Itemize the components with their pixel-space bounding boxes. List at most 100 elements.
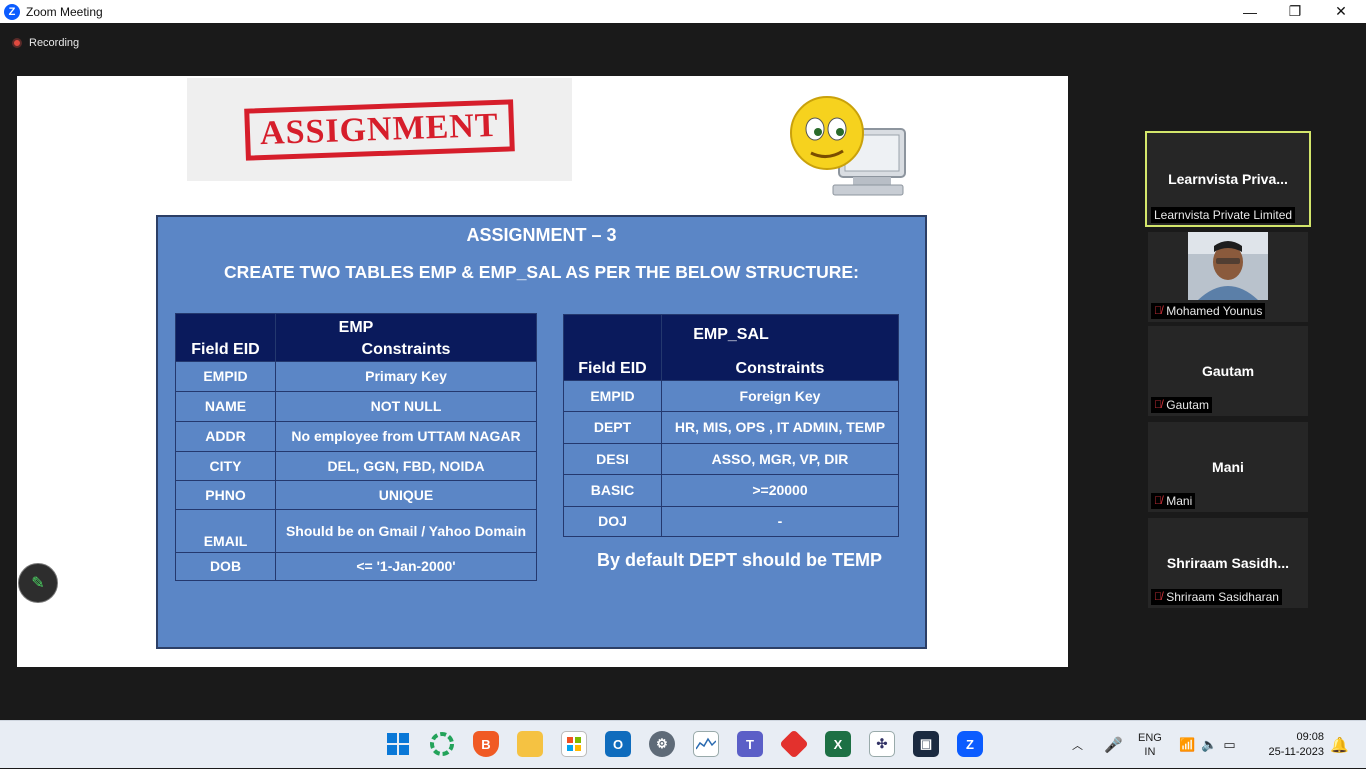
table-row: EMAIL Should be on Gmail / Yahoo Domain: [175, 509, 537, 553]
snipping-tool-icon[interactable]: ✣: [869, 731, 895, 757]
participant-video: [1188, 232, 1268, 300]
participant-caption-text: Mohamed Younus: [1166, 304, 1263, 318]
clock[interactable]: 09:08 25-11-2023: [1269, 730, 1324, 760]
maximize-button[interactable]: ❐: [1272, 0, 1318, 23]
participant-display-name: Gautam: [1201, 363, 1255, 379]
windows-taskbar: B O ⚙ T X ✣ ▣ Z ︿ 🎤 ENG IN 📶 🔈 ▭ 09:08 2…: [0, 720, 1366, 768]
mic-muted-icon: 🎙̸: [1154, 495, 1163, 507]
assignment-heading: ASSIGNMENT – 3: [466, 225, 617, 245]
emp-constraint: <= '1-Jan-2000': [275, 552, 537, 581]
pencil-icon: ✎: [31, 575, 45, 592]
emp-sal-constraint: -: [661, 506, 899, 537]
git-icon[interactable]: [779, 729, 809, 759]
emp-constraint: Primary Key: [275, 361, 537, 392]
table-row: CITY DEL, GGN, FBD, NOIDA: [175, 451, 537, 481]
teams-icon[interactable]: T: [737, 731, 763, 757]
emp-constraint: NOT NULL: [275, 391, 537, 422]
table-row: ADDR No employee from UTTAM NAGAR: [175, 421, 537, 452]
emp-field: NAME: [175, 391, 276, 422]
table-row: DOB <= '1-Jan-2000': [175, 552, 537, 581]
mic-muted-icon: 🎙̸: [1154, 305, 1163, 317]
emp-sal-constraint: Foreign Key: [661, 380, 899, 412]
participant-caption-text: Gautam: [1166, 398, 1209, 412]
brave-browser-icon[interactable]: B: [473, 731, 499, 757]
emp-constraint: UNIQUE: [275, 480, 537, 510]
show-hidden-icons-button[interactable]: ︿: [1072, 721, 1083, 769]
participant-tile[interactable]: Gautam 🎙̸ Gautam: [1148, 326, 1308, 416]
participant-display-name: Shriraam Sasidh...: [1166, 555, 1290, 571]
settings-gear-icon[interactable]: ⚙: [649, 731, 675, 757]
participant-display-name: Mani: [1212, 459, 1244, 475]
emp-field: EMAIL: [175, 509, 276, 553]
participant-caption-text: Shriraam Sasidharan: [1166, 590, 1279, 604]
zoom-taskbar-icon[interactable]: Z: [957, 731, 983, 757]
shared-screen: ASSIGNMENT ASSIGNMENT – 3 CREATE TWO TAB…: [17, 76, 1068, 667]
participant-caption: Learnvista Private Limited: [1151, 207, 1296, 223]
participant-tile[interactable]: 🎙̸ Mohamed Younus: [1148, 232, 1308, 322]
minimize-button[interactable]: —: [1227, 0, 1273, 23]
file-explorer-icon[interactable]: [517, 731, 543, 757]
chevron-up-icon: ︿: [1072, 740, 1083, 752]
participant-caption: 🎙̸ Shriraam Sasidharan: [1151, 589, 1282, 605]
emp-sal-constraint: HR, MIS, OPS , IT ADMIN, TEMP: [661, 411, 899, 444]
table-row: BASIC >=20000: [563, 474, 899, 507]
assignment-stamp-image: ASSIGNMENT: [187, 78, 572, 181]
table-row: DOJ -: [563, 506, 899, 537]
emp-col-field: Field EID: [191, 340, 260, 358]
clock-date: 25-11-2023: [1268, 746, 1324, 758]
emp-field: PHNO: [175, 480, 276, 510]
participant-tile[interactable]: Mani 🎙̸ Mani: [1148, 422, 1308, 512]
emp-sal-field: DEPT: [563, 411, 662, 444]
recording-indicator[interactable]: Recording: [12, 37, 79, 49]
notification-bell-icon[interactable]: 🔔: [1330, 721, 1349, 769]
close-button[interactable]: ✕: [1318, 0, 1364, 23]
participant-caption-text: Mani: [1166, 494, 1193, 508]
smiley-computer-icon: [790, 96, 906, 196]
participant-tile[interactable]: Shriraam Sasidh... 🎙̸ Shriraam Sasidhara…: [1148, 518, 1308, 608]
emp-sal-constraint: ASSO, MGR, VP, DIR: [661, 443, 899, 475]
default-dept-note: By default DEPT should be TEMP: [597, 550, 883, 570]
microphone-icon[interactable]: 🎤: [1104, 721, 1123, 769]
mic-muted-icon: 🎙̸: [1154, 591, 1163, 603]
copilot-icon[interactable]: [429, 731, 455, 757]
record-dot-icon: [12, 38, 22, 48]
recording-label: Recording: [29, 37, 80, 49]
outlook-icon[interactable]: O: [605, 731, 631, 757]
table-row: DEPT HR, MIS, OPS , IT ADMIN, TEMP: [563, 411, 899, 444]
emp-sal-field: DESI: [563, 443, 662, 475]
app-window-icon[interactable]: ▣: [913, 731, 939, 757]
meeting-topbar: Recording: [0, 23, 1366, 63]
emp-sal-table-title: EMP_SAL: [693, 326, 769, 343]
table-row: EMPID Foreign Key: [563, 380, 899, 412]
performance-monitor-icon[interactable]: [693, 731, 719, 757]
emp-table-header: Field EID EMP Constraints: [175, 313, 537, 362]
window-title: Zoom Meeting: [26, 4, 103, 19]
emp-sal-table: Field EID EMP_SAL Constraints EMPID Forei…: [563, 314, 899, 537]
microsoft-store-icon[interactable]: [561, 731, 587, 757]
emp-constraint: DEL, GGN, FBD, NOIDA: [275, 451, 537, 481]
language-code: ENG: [1138, 732, 1162, 744]
stamp-text: ASSIGNMENT: [244, 98, 515, 161]
participant-tile[interactable]: Learnvista Priva... Learnvista Private L…: [1145, 131, 1311, 227]
emp-sal-field: BASIC: [563, 474, 662, 507]
annotate-pen-button[interactable]: ✎: [18, 563, 58, 603]
emp-sal-constraint: >=20000: [661, 474, 899, 507]
emp-table: Field EID EMP Constraints EMPID Primary K…: [175, 313, 537, 581]
region-code: IN: [1144, 746, 1156, 758]
window-titlebar: Z Zoom Meeting — ❐ ✕: [0, 0, 1366, 23]
emp-field: ADDR: [175, 421, 276, 452]
table-row: DESI ASSO, MGR, VP, DIR: [563, 443, 899, 475]
table-row: EMPID Primary Key: [175, 361, 537, 392]
excel-icon[interactable]: X: [825, 731, 851, 757]
participant-caption: 🎙̸ Mani: [1151, 493, 1196, 509]
windows-start-icon[interactable]: [385, 731, 411, 757]
emp-field: DOB: [175, 552, 276, 581]
emp-sal-col-constraints: Constraints: [735, 359, 825, 377]
participant-caption-text: Learnvista Private Limited: [1154, 208, 1293, 222]
table-row: PHNO UNIQUE: [175, 480, 537, 510]
language-indicator[interactable]: ENG IN: [1138, 721, 1162, 769]
volume-icon: 🔈: [1201, 737, 1218, 752]
emp-sal-table-header: Field EID EMP_SAL Constraints: [563, 314, 899, 381]
network-status[interactable]: 📶 🔈 ▭: [1179, 721, 1236, 769]
emp-sal-field: DOJ: [563, 506, 662, 537]
